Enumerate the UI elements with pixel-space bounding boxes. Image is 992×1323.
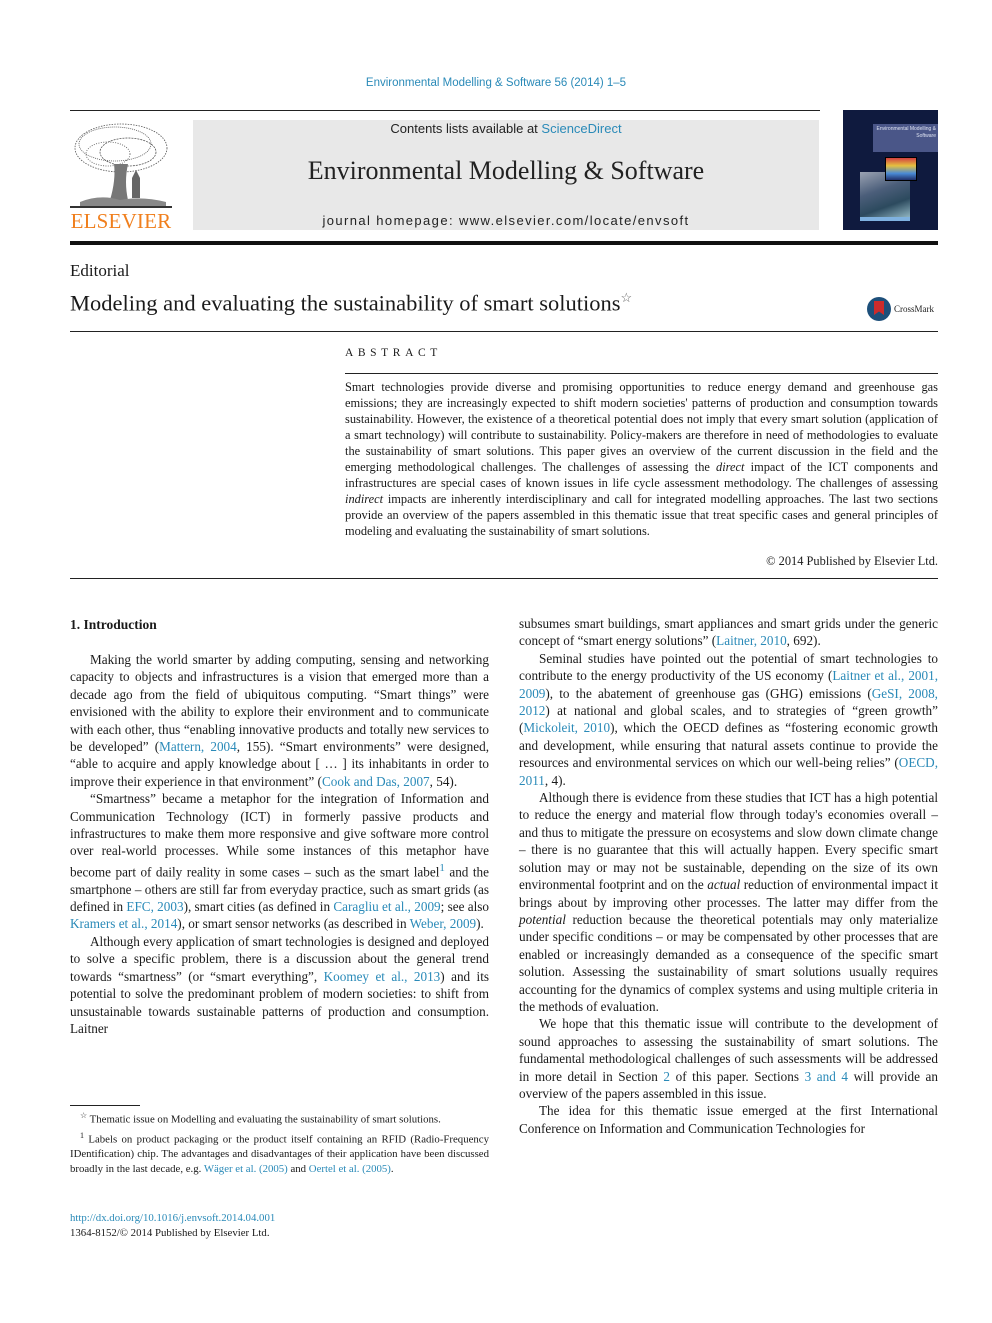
text: , 692). — [786, 633, 821, 649]
journal-homepage[interactable]: journal homepage: www.elsevier.com/locat… — [193, 213, 819, 228]
text: ). — [476, 916, 484, 932]
body-column-left: Making the world smarter by adding compu… — [70, 651, 489, 1037]
title-rule — [70, 331, 938, 332]
citation-link[interactable]: Koomey et al., 2013 — [324, 969, 441, 984]
emphasis: potential — [519, 911, 566, 927]
citation-link[interactable]: Oertel et al. (2005) — [309, 1163, 391, 1175]
article-title: Modeling and evaluating the sustainabili… — [70, 290, 632, 317]
citation-link[interactable]: Mattern, 2004 — [159, 739, 237, 754]
cover-strip — [860, 217, 910, 221]
abstract-text: impacts are inherently interdisciplinary… — [345, 492, 938, 538]
paragraph: Seminal studies have pointed out the pot… — [519, 650, 938, 789]
cover-title: Environmental Modelling & Software — [876, 126, 936, 139]
article-title-text: Modeling and evaluating the sustainabili… — [70, 290, 621, 316]
text: ), smart cities (as defined in — [183, 899, 334, 915]
section-heading-introduction: 1. Introduction — [70, 617, 157, 632]
journal-masthead: Contents lists available at ScienceDirec… — [193, 120, 819, 230]
elsevier-wordmark: ELSEVIER — [70, 209, 172, 233]
text: , 4). — [544, 772, 566, 788]
crossmark-button[interactable]: CrossMark — [867, 297, 934, 321]
text: and — [287, 1163, 309, 1176]
crossmark-label: CrossMark — [894, 304, 934, 314]
crossmark-icon — [867, 297, 891, 321]
journal-title: Environmental Modelling & Software — [307, 156, 705, 185]
paragraph: Making the world smarter by adding compu… — [70, 651, 489, 790]
section-link[interactable]: 3 and 4 — [805, 1069, 848, 1084]
citation-link[interactable]: Laitner, 2010 — [716, 633, 787, 648]
citation-link[interactable]: Kramers et al., 2014 — [70, 916, 177, 931]
citation-link[interactable]: Cook and Das, 2007 — [322, 774, 430, 789]
text: The idea for this thematic issue emerged… — [519, 1103, 938, 1136]
journal-cover-image[interactable]: Environmental Modelling & Software — [843, 110, 938, 230]
paragraph: Although every application of smart tech… — [70, 933, 489, 1037]
sciencedirect-link[interactable]: ScienceDirect — [541, 121, 621, 136]
citation-link[interactable]: Caragliu et al., 2009 — [333, 899, 440, 914]
citation-link[interactable]: Mickoleit, 2010 — [523, 720, 610, 735]
header-thick-rule — [70, 241, 938, 245]
contents-prefix: Contents lists available at — [390, 121, 542, 136]
article-type: Editorial — [70, 261, 130, 280]
abstract-rule — [345, 373, 938, 374]
text: ), or smart sensor networks (as describe… — [177, 916, 410, 932]
citation-link[interactable]: Weber, 2009 — [410, 916, 477, 931]
cover-3d-plot — [885, 157, 917, 181]
text: , 54). — [429, 773, 458, 789]
top-rule — [70, 110, 820, 111]
footnote-star: ☆ Thematic issue on Modelling and evalua… — [70, 1108, 489, 1128]
star-footnote-marker[interactable]: ☆ — [621, 290, 633, 305]
footnote-1: 1 Labels on product packaging or the pro… — [70, 1128, 489, 1178]
text: of this paper. Sections — [670, 1068, 805, 1084]
text: reduction because the theoretical potent… — [519, 911, 938, 1014]
elsevier-logo[interactable]: ELSEVIER — [70, 120, 172, 234]
issn-copyright: 1364-8152/© 2014 Published by Elsevier L… — [70, 1227, 270, 1239]
footnote-rule — [70, 1105, 140, 1106]
text: . — [390, 1163, 394, 1176]
abstract-bottom-rule — [70, 578, 938, 579]
text: ; see also — [440, 899, 489, 915]
paragraph: “Smartness” became a metaphor for the in… — [70, 790, 489, 933]
text: ), to the abatement of greenhouse gas (G… — [545, 685, 872, 701]
abstract-emphasis: indirect — [345, 492, 384, 506]
citation-link[interactable]: EFC, 2003 — [126, 899, 183, 914]
paragraph: Although there is evidence from these st… — [519, 789, 938, 1015]
citation-link[interactable]: Wäger et al. (2005) — [204, 1163, 288, 1175]
doi-link[interactable]: http://dx.doi.org/10.1016/j.envsoft.2014… — [70, 1212, 275, 1224]
emphasis: actual — [707, 877, 741, 893]
text: “Smartness” became a metaphor for the in… — [70, 791, 489, 880]
abstract-emphasis: direct — [716, 460, 745, 474]
abstract-copyright: © 2014 Published by Elsevier Ltd. — [766, 554, 938, 568]
paragraph: subsumes smart buildings, smart applianc… — [519, 615, 938, 650]
text: Thematic issue on Modelling and evaluati… — [87, 1113, 441, 1126]
abstract-body: Smart technologies provide diverse and p… — [345, 379, 938, 539]
contents-line: Contents lists available at ScienceDirec… — [193, 121, 819, 136]
abstract-heading: ABSTRACT — [345, 347, 442, 359]
doi-block: http://dx.doi.org/10.1016/j.envsoft.2014… — [70, 1211, 275, 1241]
body-column-right: subsumes smart buildings, smart applianc… — [519, 615, 938, 1137]
paragraph: We hope that this thematic issue will co… — [519, 1015, 938, 1102]
tree-icon — [70, 120, 172, 208]
paragraph: The idea for this thematic issue emerged… — [519, 1102, 938, 1137]
running-head[interactable]: Environmental Modelling & Software 56 (2… — [0, 77, 992, 89]
footnotes: ☆ Thematic issue on Modelling and evalua… — [70, 1108, 489, 1177]
